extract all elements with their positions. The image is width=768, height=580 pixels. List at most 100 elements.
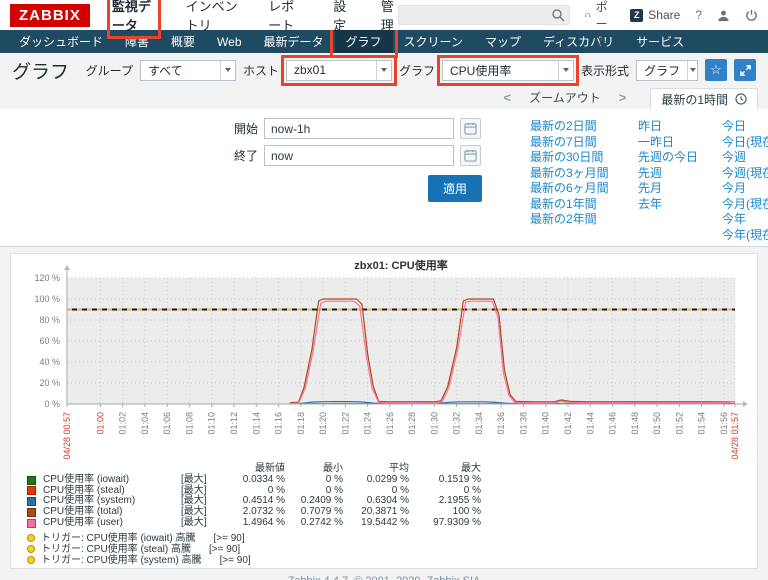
share-link[interactable]: Z Share	[630, 8, 680, 22]
trigger-icon	[27, 556, 35, 564]
legend-value: 97.9309 %	[409, 518, 481, 529]
quick-range-link[interactable]: 去年	[632, 197, 710, 213]
quick-range-link[interactable]: 最新の7日間	[524, 135, 626, 151]
svg-text:01:46: 01:46	[608, 412, 618, 435]
footer-zabbix-sia-link[interactable]: Zabbix SIA	[427, 575, 481, 580]
trigger-row: トリガー: CPU使用率 (steal) 高騰 [>= 90]	[27, 544, 749, 555]
series-color-chip	[27, 486, 36, 495]
fullscreen-button[interactable]	[734, 59, 756, 81]
time-filter-form: 開始 終了 適用	[230, 118, 482, 237]
menu-inventory[interactable]: インベントリ	[186, 0, 239, 34]
apply-button[interactable]: 適用	[428, 175, 482, 202]
legend-value: 0.0299 %	[343, 475, 409, 486]
trigger-name: トリガー: CPU使用率 (steal) 高騰	[41, 544, 191, 555]
svg-text:60 %: 60 %	[39, 336, 60, 346]
time-shift-back-button[interactable]: <	[503, 90, 511, 105]
graph-select[interactable]: CPU使用率	[442, 60, 574, 81]
trigger-icon	[27, 545, 35, 553]
end-time-input[interactable]	[264, 145, 454, 166]
help-link[interactable]: ?	[695, 8, 702, 22]
time-range-tab[interactable]: 最新の1時間	[650, 88, 758, 109]
menu-configuration[interactable]: 設定	[333, 0, 351, 34]
quick-range-link[interactable]: 今年	[716, 212, 768, 228]
svg-text:01:42: 01:42	[563, 412, 573, 435]
zoom-out-button[interactable]: ズームアウト	[529, 89, 601, 106]
svg-text:100 %: 100 %	[34, 294, 60, 304]
quick-range-link[interactable]: 今年(現在まで)	[716, 228, 768, 244]
quick-range-link[interactable]: 先月	[632, 181, 710, 197]
quick-range-link[interactable]: 先週	[632, 166, 710, 182]
svg-text:01:16: 01:16	[274, 412, 284, 435]
svg-text:01:56: 01:56	[719, 412, 729, 435]
series-color-chip	[27, 497, 36, 506]
group-select[interactable]: すべて	[140, 60, 236, 81]
page-header: グラフ グループ すべて ホスト zbx01 グラフ CPU使用率 表示形式 グ…	[0, 53, 768, 87]
svg-text:01:10: 01:10	[207, 412, 217, 435]
trigger-name: トリガー: CPU使用率 (system) 高騰	[41, 555, 202, 566]
svg-text:01:26: 01:26	[385, 412, 395, 435]
svg-text:01:00: 01:00	[95, 412, 105, 435]
favorite-button[interactable]: ☆	[705, 59, 727, 81]
svg-text:04/28 01:57: 04/28 01:57	[730, 412, 740, 460]
menu-reports[interactable]: レポート	[268, 0, 303, 34]
svg-text:01:22: 01:22	[340, 412, 350, 435]
view-as-select[interactable]: グラフ	[636, 60, 698, 81]
quick-range-link[interactable]: 最新の2日間	[524, 119, 626, 135]
expand-icon	[740, 65, 751, 76]
logout-link[interactable]	[745, 9, 758, 22]
quick-range-link[interactable]: 一昨日	[632, 135, 710, 151]
svg-text:01:36: 01:36	[496, 412, 506, 435]
view-as-label: 表示形式	[581, 62, 629, 79]
quick-range-link[interactable]: 最新の6ヶ月間	[524, 181, 626, 197]
quick-range-link[interactable]: 今月	[716, 181, 768, 197]
quick-range-link[interactable]: 先週の今日	[632, 150, 710, 166]
graph-select-value: CPU使用率	[443, 62, 518, 79]
zabbix-logo[interactable]: ZABBIX	[10, 4, 90, 27]
quick-range-link[interactable]: 今日	[716, 119, 768, 135]
svg-text:01:14: 01:14	[251, 412, 261, 435]
legend-series-func: [最大]	[181, 518, 219, 529]
user-profile-link[interactable]	[717, 9, 730, 22]
quick-range-link[interactable]: 今日(現在まで)	[716, 135, 768, 151]
trigger-name: トリガー: CPU使用率 (iowait) 高騰	[41, 533, 195, 544]
zabbix-app: ZABBIX 監視データ インベントリ レポート 設定 管理 サポート Z Sh…	[0, 0, 768, 580]
nav-dashboard[interactable]: ダッシュボード	[8, 30, 114, 53]
svg-text:0 %: 0 %	[44, 399, 60, 409]
time-shift-forward-button[interactable]: >	[619, 90, 627, 105]
svg-text:01:48: 01:48	[630, 412, 640, 435]
svg-text:01:08: 01:08	[184, 412, 194, 435]
start-time-input[interactable]	[264, 118, 454, 139]
legend-series-name: CPU使用率 (iowait)	[43, 475, 181, 486]
cpu-usage-graph[interactable]: 0 %20 %40 %60 %80 %100 %120 %04/28 00:57…	[19, 258, 749, 458]
time-navigation-bar: < ズームアウト > 最新の1時間	[0, 87, 768, 109]
svg-text:01:54: 01:54	[697, 412, 707, 435]
trigger-row: トリガー: CPU使用率 (system) 高騰 [>= 90]	[27, 555, 749, 566]
quick-range-link[interactable]: 今週(現在まで)	[716, 166, 768, 182]
menu-monitoring[interactable]: 監視データ	[112, 0, 156, 34]
quick-range-link[interactable]: 今月(現在まで)	[716, 197, 768, 213]
legend-value: 0.2742 %	[285, 518, 343, 529]
svg-text:01:38: 01:38	[518, 412, 528, 435]
support-link[interactable]: サポート	[585, 0, 615, 49]
quick-range-link[interactable]: 最新の2年間	[524, 212, 626, 228]
quick-range-link[interactable]: 最新の30日間	[524, 150, 626, 166]
graph-panel: 0 %20 %40 %60 %80 %100 %120 %04/28 00:57…	[10, 253, 758, 569]
svg-text:01:50: 01:50	[652, 412, 662, 435]
quick-range-link[interactable]: 今週	[716, 150, 768, 166]
host-select[interactable]: zbx01	[286, 60, 392, 81]
quick-range-link[interactable]: 最新の1年間	[524, 197, 626, 213]
svg-text:01:06: 01:06	[162, 412, 172, 435]
svg-text:01:12: 01:12	[229, 412, 239, 435]
start-calendar-button[interactable]	[460, 118, 481, 139]
trigger-condition: [>= 90]	[209, 544, 240, 555]
footer: Zabbix 4.4.7. © 2001–2020, Zabbix SIA	[0, 569, 768, 580]
search-icon	[551, 8, 565, 22]
menu-administration[interactable]: 管理	[381, 0, 399, 34]
group-select-value: すべて	[141, 62, 190, 79]
svg-text:01:20: 01:20	[318, 412, 328, 435]
end-calendar-button[interactable]	[460, 145, 481, 166]
search-input[interactable]	[398, 5, 570, 25]
legend-series-name: CPU使用率 (user)	[43, 518, 181, 529]
quick-range-link[interactable]: 昨日	[632, 119, 710, 135]
quick-range-link[interactable]: 最新の3ヶ月間	[524, 166, 626, 182]
